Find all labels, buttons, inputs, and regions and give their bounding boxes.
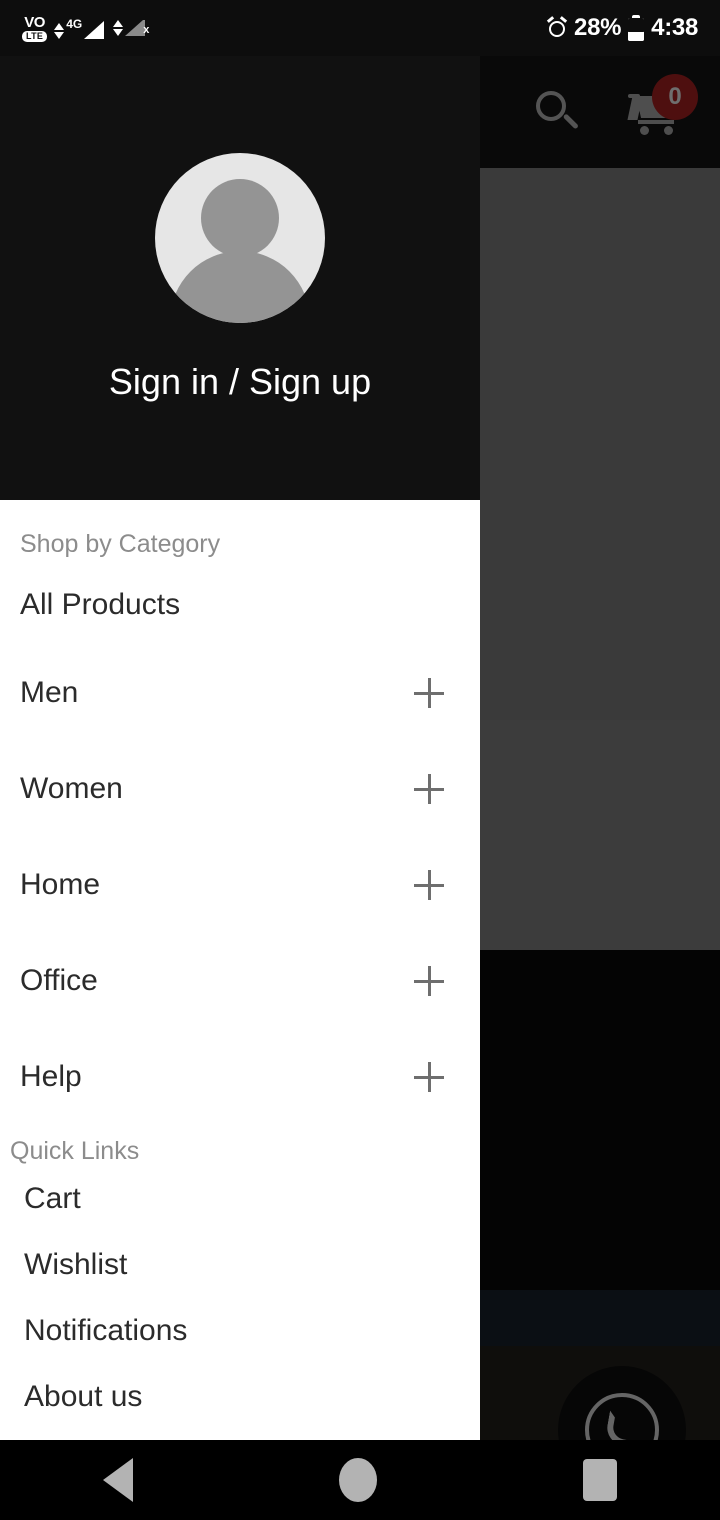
quick-link-label: About us [24, 1380, 143, 1413]
sidebar-item-label: All Products [20, 588, 181, 621]
sim1-signal-icon: 4G [54, 17, 106, 39]
data-arrows-icon-2 [113, 20, 124, 36]
clock-label: 4:38 [651, 14, 698, 41]
plus-icon[interactable] [414, 870, 444, 900]
plus-icon[interactable] [414, 966, 444, 996]
shop-by-category-title: Shop by Category [20, 530, 221, 558]
volte-lte-label: LTE [22, 30, 48, 42]
sidebar-item-women[interactable]: Women [0, 741, 480, 837]
signal-bars-icon [84, 19, 106, 39]
alarm-clock-icon [546, 16, 568, 38]
sidebar-item-office[interactable]: Office [0, 933, 480, 1029]
arrow-up-icon [54, 23, 65, 30]
data-arrows-icon [54, 23, 65, 39]
arrow-up-icon-2 [113, 20, 124, 27]
plus-icon[interactable] [414, 774, 444, 804]
volte-vo-label: VO [24, 13, 45, 31]
sidebar-item-label: Office [20, 964, 98, 997]
arrow-down-icon [54, 32, 65, 39]
battery-icon [628, 15, 645, 41]
quick-link-wishlist[interactable]: Wishlist [0, 1232, 480, 1298]
quick-link-label: Wishlist [24, 1248, 128, 1281]
quick-link-label: Notifications [24, 1314, 188, 1347]
category-nav-list: All Products Men Women Home Office Help [0, 559, 480, 1125]
quick-link-notifications[interactable]: Notifications [0, 1298, 480, 1364]
signal-bars-icon-2 [125, 20, 146, 36]
network-type-label: 4G [66, 17, 83, 31]
battery-percent-label: 28% [574, 14, 622, 41]
status-bar-right: 28% 4:38 [546, 14, 698, 42]
drawer-profile-header[interactable]: Sign in / Sign up [0, 56, 480, 500]
recents-square-icon[interactable] [583, 1459, 617, 1501]
sidebar-item-label: Help [20, 1060, 82, 1093]
sidebar-item-label: Men [20, 676, 79, 709]
quick-links-list: Cart Wishlist Notifications About us [0, 1166, 480, 1430]
status-bar: VO LTE 4G x 28% 4:38 [0, 0, 720, 56]
plus-icon[interactable] [414, 1062, 444, 1092]
sidebar-item-all-products[interactable]: All Products [0, 559, 480, 645]
quick-link-cart[interactable]: Cart [0, 1166, 480, 1232]
sign-in-sign-up-label[interactable]: Sign in / Sign up [109, 361, 371, 403]
back-triangle-icon[interactable] [103, 1458, 133, 1502]
no-service-label: x [143, 24, 150, 36]
sidebar-item-label: Home [20, 868, 101, 901]
quick-links-title: Quick Links [10, 1137, 140, 1165]
sidebar-item-men[interactable]: Men [0, 645, 480, 741]
navigation-drawer: Sign in / Sign up Shop by Category All P… [0, 56, 480, 1440]
status-bar-left: VO LTE 4G x [22, 15, 149, 42]
sidebar-item-help[interactable]: Help [0, 1029, 480, 1125]
volte-icon: VO LTE [22, 13, 48, 42]
plus-icon[interactable] [414, 678, 444, 708]
quick-link-label: Cart [24, 1182, 81, 1215]
default-avatar-icon [155, 153, 325, 323]
android-navigation-bar [0, 1440, 720, 1520]
sidebar-item-home[interactable]: Home [0, 837, 480, 933]
home-circle-icon[interactable] [339, 1458, 377, 1502]
sidebar-item-label: Women [20, 772, 123, 805]
arrow-down-icon-2 [113, 29, 124, 36]
sim2-signal-icon: x [113, 20, 149, 36]
quick-link-about-us[interactable]: About us [0, 1364, 480, 1430]
phone-screen: VO LTE 4G x 28% 4:38 0 Sign in / Sign up… [0, 0, 720, 1520]
